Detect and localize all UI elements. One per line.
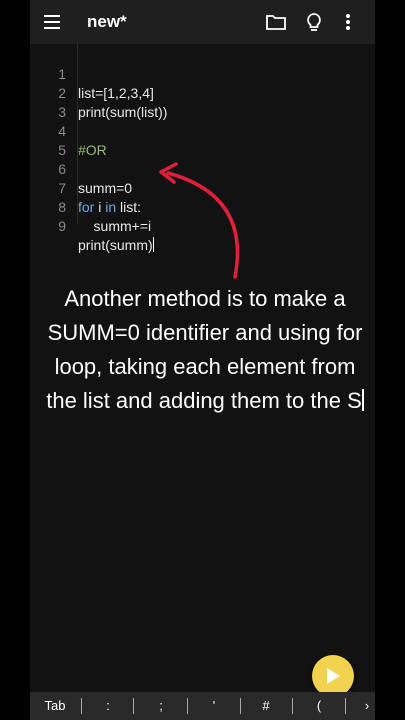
app-window: new* 1 list=[1,2,3,4] 2 print(sum(list))… bbox=[30, 0, 375, 720]
code-text: print(summ) bbox=[78, 236, 154, 255]
file-title: new* bbox=[87, 12, 127, 31]
key-tab[interactable]: Tab bbox=[38, 692, 72, 720]
code-line: 1 list=[1,2,3,4] bbox=[30, 46, 154, 101]
code-line: 2 print(sum(list)) bbox=[30, 65, 167, 120]
code-text: print(sum(list)) bbox=[78, 104, 168, 120]
code-text: summ+=i bbox=[78, 218, 152, 234]
code-line: 5 bbox=[30, 122, 66, 158]
code-line: 8 summ+=i bbox=[30, 179, 151, 234]
key-divider bbox=[81, 698, 82, 714]
key-paren[interactable]: ( bbox=[307, 692, 331, 720]
app-bar: new* bbox=[30, 0, 375, 44]
key-hash[interactable]: # bbox=[254, 692, 278, 720]
code-text: summ=0 bbox=[78, 180, 133, 196]
key-divider bbox=[133, 698, 134, 714]
run-button[interactable] bbox=[312, 655, 354, 697]
code-fragment: print(summ) bbox=[78, 237, 153, 253]
key-colon[interactable]: : bbox=[96, 692, 120, 720]
code-text: list=[1,2,3,4] bbox=[78, 85, 154, 101]
key-semicolon[interactable]: ; bbox=[149, 692, 173, 720]
code-line: 6 summ=0 bbox=[30, 141, 132, 196]
line-number: 9 bbox=[58, 218, 66, 234]
folder-icon[interactable] bbox=[265, 11, 287, 33]
code-text: for i in list: bbox=[78, 198, 141, 217]
play-icon bbox=[327, 668, 340, 684]
code-fragment: list: bbox=[116, 199, 142, 215]
key-divider bbox=[187, 698, 188, 714]
lightbulb-icon[interactable] bbox=[303, 11, 325, 33]
code-line: 9 print(summ) bbox=[30, 198, 154, 253]
code-line: 7 for i in list: bbox=[30, 160, 141, 215]
comment-text: #OR bbox=[78, 142, 107, 158]
more-options-icon[interactable] bbox=[342, 11, 354, 33]
text-cursor bbox=[152, 237, 154, 252]
code-line: 3 bbox=[30, 84, 66, 120]
key-quote[interactable]: ' bbox=[202, 692, 226, 720]
key-more[interactable]: › bbox=[360, 692, 374, 720]
keyword-for: for bbox=[78, 199, 95, 215]
caption-text: Another method is to make a SUMM=0 ident… bbox=[46, 286, 363, 413]
symbol-key-bar: Tab : ; ' # ( › bbox=[30, 692, 375, 720]
key-divider bbox=[240, 698, 241, 714]
code-fragment: i bbox=[94, 199, 106, 215]
key-divider bbox=[345, 698, 346, 714]
menu-icon[interactable] bbox=[44, 15, 60, 29]
caption-cursor bbox=[361, 389, 364, 411]
code-line: 4 #OR bbox=[30, 103, 107, 158]
key-divider bbox=[292, 698, 293, 714]
caption-overlay: Another method is to make a SUMM=0 ident… bbox=[44, 282, 366, 418]
keyword-in: in bbox=[105, 199, 117, 215]
